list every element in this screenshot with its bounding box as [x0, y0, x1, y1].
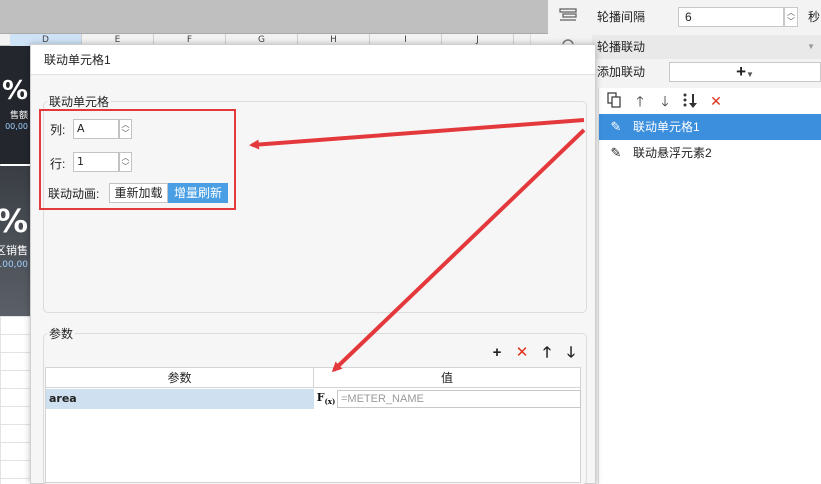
card-value: 100,00: [0, 260, 28, 270]
cell-group-title: 联动单元格: [47, 93, 112, 110]
linkage-section-header[interactable]: 轮播联动 ▼: [592, 35, 821, 59]
linkage-item-label: 联动悬浮元素2: [633, 146, 712, 160]
add-param-icon[interactable]: +: [488, 344, 506, 362]
pencil-icon: ✎: [610, 145, 622, 160]
interval-spinner[interactable]: ︿ ﹀: [784, 7, 798, 27]
sheet-toolbar-area: [0, 0, 560, 34]
card-percent: %: [0, 202, 28, 240]
add-linkage-label: 添加联动: [597, 65, 646, 79]
interval-label: 轮播间隔: [597, 10, 646, 24]
param-name-cell[interactable]: area: [46, 389, 314, 409]
move-down-icon[interactable]: 🡓: [562, 344, 580, 362]
interval-unit: 秒: [808, 10, 821, 24]
annotation-highlight-box: [39, 109, 236, 210]
copy-icon[interactable]: [605, 92, 623, 110]
card-value: 00,00: [5, 122, 28, 131]
linkage-item[interactable]: ✎ 联动单元格1: [599, 114, 821, 140]
move-down-icon[interactable]: 🡓: [656, 92, 674, 110]
layout-icon[interactable]: [558, 7, 578, 27]
interval-input[interactable]: 6: [678, 7, 784, 27]
section-title: 轮播联动: [597, 40, 646, 54]
param-value-input[interactable]: =METER_NAME: [337, 390, 581, 408]
move-up-icon[interactable]: 🡑: [631, 92, 649, 110]
dashboard-card: % 区销售 100,00: [0, 166, 30, 316]
move-bottom-icon[interactable]: [681, 92, 699, 110]
formula-icon[interactable]: F(x): [316, 389, 336, 409]
pencil-icon: ✎: [610, 119, 622, 134]
move-up-icon[interactable]: 🡑: [538, 344, 556, 362]
linkage-cell-dialog: 联动单元格1 联动单元格 列: A ︿ ﹀ 行: 1 ︿ ﹀ 联动动画: 重新加载 …: [30, 44, 596, 484]
param-header: 参数: [46, 368, 314, 388]
param-group-title: 参数: [47, 325, 76, 342]
delete-icon[interactable]: ✕: [707, 92, 725, 110]
linkage-toolbar: 🡑 🡓 ✕: [599, 88, 821, 114]
add-linkage-dropdown[interactable]: +▼: [669, 62, 821, 82]
linkage-item[interactable]: ✎ 联动悬浮元素2: [599, 140, 821, 166]
collapse-triangle-icon[interactable]: ▼: [807, 35, 815, 59]
card-label: 售额: [9, 111, 28, 121]
value-header: 值: [314, 368, 580, 388]
param-table: 参数 值 area F(x) =METER_NAME: [45, 367, 581, 483]
card-percent: %: [1, 76, 28, 106]
card-label: 区销售: [0, 244, 28, 257]
delete-param-icon[interactable]: ✕: [513, 344, 531, 362]
add-symbol: +: [736, 62, 746, 81]
dialog-title: 联动单元格1: [31, 45, 595, 75]
linkage-list: 🡑 🡓 ✕ ✎ 联动单元格1 ✎ 联动悬浮元素2: [598, 88, 821, 484]
dropdown-arrow-icon: ▼: [746, 70, 754, 79]
dashboard-card: % 售额 00,00: [0, 46, 30, 164]
linkage-item-label: 联动单元格1: [633, 120, 700, 134]
